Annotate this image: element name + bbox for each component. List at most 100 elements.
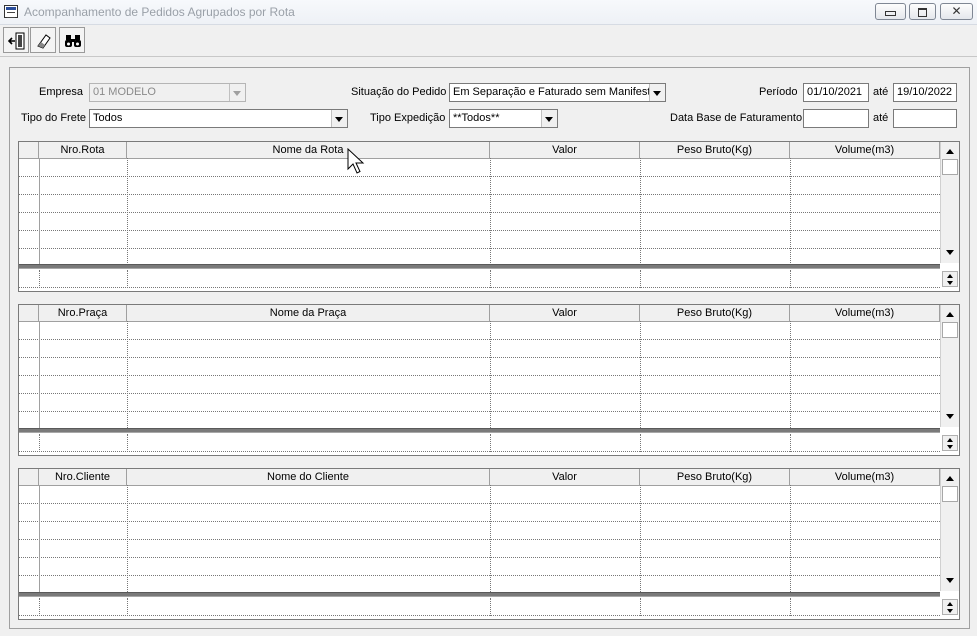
- column-divider: [127, 321, 128, 430]
- scroll-down-icon[interactable]: [942, 408, 958, 424]
- tipo-frete-value: Todos: [93, 112, 123, 124]
- scroll-down-icon[interactable]: [942, 244, 958, 260]
- column-header[interactable]: Nome do Cliente: [127, 469, 490, 485]
- table-row[interactable]: [19, 486, 940, 504]
- empresa-select: 01 MODELO: [89, 83, 246, 102]
- column-header[interactable]: Nro.Cliente: [39, 469, 127, 485]
- data-base-fim-field[interactable]: [893, 109, 957, 128]
- column-divider: [39, 434, 40, 452]
- clear-button[interactable]: [30, 27, 56, 53]
- column-header[interactable]: Valor: [490, 305, 640, 321]
- scroll-thumb[interactable]: [942, 486, 958, 502]
- tipo-frete-select[interactable]: Todos: [89, 109, 348, 128]
- data-base-inicio-field[interactable]: [803, 109, 869, 128]
- search-button[interactable]: [59, 27, 85, 53]
- toolbar: [0, 25, 977, 57]
- totals-separator: [19, 428, 940, 433]
- scroll-up-icon[interactable]: [942, 143, 958, 159]
- grid-body: Nro.Cliente Nome do Cliente Valor Peso Brut…: [19, 469, 940, 619]
- totals-row: [19, 434, 940, 452]
- scroll-thumb[interactable]: [942, 322, 958, 338]
- table-row[interactable]: [19, 504, 940, 522]
- situacao-select[interactable]: Em Separação e Faturado sem Manifesto: [449, 83, 666, 102]
- grid-body: Nro.Rota Nome da Rota Valor Peso Bruto(Kg) V…: [19, 142, 940, 291]
- column-divider: [640, 598, 641, 616]
- scroll-up-icon[interactable]: [942, 470, 958, 486]
- table-row[interactable]: [19, 340, 940, 358]
- column-header[interactable]: Nome da Rota: [127, 142, 490, 158]
- column-header[interactable]: Peso Bruto(Kg): [640, 469, 790, 485]
- praca-grid[interactable]: Nro.Praça Nome da Praça Valor Peso Bruto(Kg…: [18, 304, 960, 456]
- column-divider: [490, 434, 491, 452]
- table-row[interactable]: [19, 213, 940, 231]
- grid-body: Nro.Praça Nome da Praça Valor Peso Bruto(Kg…: [19, 305, 940, 455]
- scroll-up-icon[interactable]: [942, 306, 958, 322]
- close-button[interactable]: ✕: [940, 3, 973, 20]
- column-header[interactable]: Volume(m3): [790, 469, 940, 485]
- vertical-scrollbar[interactable]: [940, 305, 959, 427]
- column-divider: [39, 598, 40, 616]
- column-header[interactable]: Nro.Praça: [39, 305, 127, 321]
- chevron-down-icon[interactable]: [649, 84, 665, 101]
- vertical-scrollbar[interactable]: [940, 469, 959, 591]
- column-header[interactable]: Volume(m3): [790, 305, 940, 321]
- eraser-icon: [37, 34, 51, 49]
- tipo-frete-label: Tipo do Frete: [21, 112, 87, 124]
- table-row[interactable]: [19, 358, 940, 376]
- tipo-expedicao-label: Tipo Expedição: [370, 112, 446, 124]
- minimize-icon: [885, 11, 896, 16]
- vertical-scrollbar[interactable]: [940, 142, 959, 263]
- situacao-value: Em Separação e Faturado sem Manifesto: [453, 86, 657, 98]
- column-header[interactable]: Peso Bruto(Kg): [640, 142, 790, 158]
- table-row[interactable]: [19, 177, 940, 195]
- column-divider: [490, 321, 491, 430]
- column-divider: [127, 485, 128, 594]
- periodo-fim-field[interactable]: 19/10/2022: [893, 83, 957, 102]
- row-indicator-header: [19, 469, 39, 485]
- totals-separator: [19, 592, 940, 597]
- totals-spin-icon[interactable]: [942, 271, 958, 287]
- chevron-down-icon[interactable]: [541, 110, 557, 127]
- maximize-icon: [918, 8, 927, 17]
- column-header[interactable]: Nro.Rota: [39, 142, 127, 158]
- scroll-thumb[interactable]: [942, 159, 958, 175]
- table-row[interactable]: [19, 394, 940, 412]
- exit-door-icon: [8, 32, 25, 50]
- column-header[interactable]: Volume(m3): [790, 142, 940, 158]
- table-row[interactable]: [19, 322, 940, 340]
- table-row[interactable]: [19, 540, 940, 558]
- table-row[interactable]: [19, 231, 940, 249]
- periodo-inicio-field[interactable]: 01/10/2021: [803, 83, 869, 102]
- minimize-button[interactable]: [875, 3, 906, 20]
- column-divider: [640, 321, 641, 430]
- column-divider: [640, 270, 641, 288]
- row-indicator-header: [19, 305, 39, 321]
- column-header[interactable]: Nome da Praça: [127, 305, 490, 321]
- tipo-expedicao-select[interactable]: **Todos**: [449, 109, 558, 128]
- column-divider: [640, 485, 641, 594]
- column-header[interactable]: Peso Bruto(Kg): [640, 305, 790, 321]
- empresa-value: 01 MODELO: [93, 86, 156, 98]
- column-divider: [790, 598, 791, 616]
- data-base-label: Data Base de Faturamento: [670, 112, 803, 124]
- table-row[interactable]: [19, 376, 940, 394]
- grid-header: Nro.Cliente Nome do Cliente Valor Peso Brut…: [19, 469, 940, 486]
- column-divider: [790, 270, 791, 288]
- column-header[interactable]: Valor: [490, 142, 640, 158]
- column-header[interactable]: Valor: [490, 469, 640, 485]
- rota-grid[interactable]: Nro.Rota Nome da Rota Valor Peso Bruto(Kg) V…: [18, 141, 960, 292]
- column-divider: [490, 485, 491, 594]
- totals-spin-icon[interactable]: [942, 599, 958, 615]
- tipo-expedicao-value: **Todos**: [453, 112, 500, 124]
- cliente-grid[interactable]: Nro.Cliente Nome do Cliente Valor Peso Brut…: [18, 468, 960, 620]
- chevron-down-icon: [229, 84, 245, 101]
- exit-button[interactable]: [3, 27, 29, 53]
- chevron-down-icon[interactable]: [331, 110, 347, 127]
- table-row[interactable]: [19, 159, 940, 177]
- totals-spin-icon[interactable]: [942, 435, 958, 451]
- table-row[interactable]: [19, 195, 940, 213]
- maximize-button[interactable]: [909, 3, 936, 20]
- table-row[interactable]: [19, 558, 940, 576]
- table-row[interactable]: [19, 522, 940, 540]
- scroll-down-icon[interactable]: [942, 572, 958, 588]
